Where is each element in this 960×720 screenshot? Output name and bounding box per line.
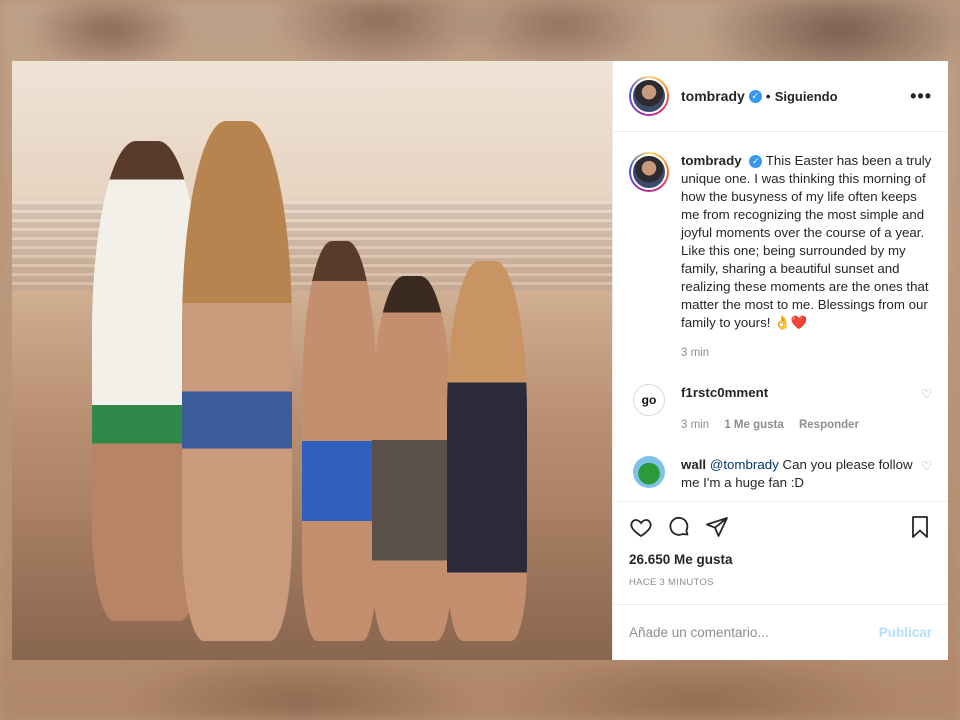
photo-figure-boy1 [302, 241, 377, 641]
comment-time[interactable]: 3 min [681, 419, 709, 431]
comment-username[interactable]: wall [681, 457, 706, 472]
comment-input[interactable] [629, 625, 879, 640]
photo-figure-boy2 [372, 276, 452, 641]
photo-figure-mom [182, 121, 292, 641]
comments-list[interactable]: tombrady ✓ This Easter has been a truly … [613, 132, 948, 501]
caption-time[interactable]: 3 min [681, 347, 709, 359]
post-actions: 26.650 Me gusta HACE 3 MINUTOS [613, 501, 948, 604]
comment-item: go f1rstc0mment 3 min 1 Me gusta Respond… [629, 384, 932, 434]
comment-bubble-icon[interactable] [667, 515, 691, 539]
caption-text: This Easter has been a truly unique one.… [681, 153, 932, 330]
reply-button[interactable]: Responder [799, 419, 859, 431]
commenter-avatar[interactable]: go [633, 384, 665, 416]
like-comment-icon[interactable]: ♡ [921, 459, 932, 473]
like-heart-icon[interactable] [629, 515, 653, 539]
post-timestamp[interactable]: HACE 3 MINUTOS [629, 577, 932, 604]
comment-item: wall @tombrady Can you please follow me … [629, 456, 932, 492]
like-comment-icon[interactable]: ♡ [921, 387, 932, 401]
caption: tombrady ✓ This Easter has been a truly … [629, 152, 932, 362]
post-header: tombrady ✓ • Siguiendo ••• [613, 61, 948, 132]
more-options-icon[interactable]: ••• [910, 86, 932, 107]
header-separator: • [765, 88, 771, 104]
post-modal: tombrady ✓ • Siguiendo ••• tombrady ✓ Th… [12, 61, 948, 660]
bookmark-icon[interactable] [908, 515, 932, 539]
commenter-avatar[interactable] [633, 456, 665, 488]
post-photo[interactable] [12, 61, 612, 660]
share-plane-icon[interactable] [705, 515, 729, 539]
verified-icon: ✓ [748, 89, 762, 103]
author-username[interactable]: tombrady [681, 88, 745, 104]
verified-icon: ✓ [749, 154, 763, 168]
add-comment-bar: Publicar [613, 604, 948, 660]
comment-likes[interactable]: 1 Me gusta [724, 419, 783, 431]
post-sidebar: tombrady ✓ • Siguiendo ••• tombrady ✓ Th… [612, 61, 948, 660]
caption-username[interactable]: tombrady [681, 153, 742, 168]
comment-mention[interactable]: @tombrady [710, 457, 779, 472]
photo-figure-girl [447, 261, 527, 641]
publish-button[interactable]: Publicar [879, 625, 932, 640]
comment-username[interactable]: f1rstc0mment [681, 385, 768, 400]
follow-button[interactable]: Siguiendo [775, 89, 838, 104]
author-avatar[interactable] [629, 76, 669, 116]
caption-avatar[interactable] [629, 152, 669, 192]
likes-count[interactable]: 26.650 Me gusta [629, 552, 932, 567]
